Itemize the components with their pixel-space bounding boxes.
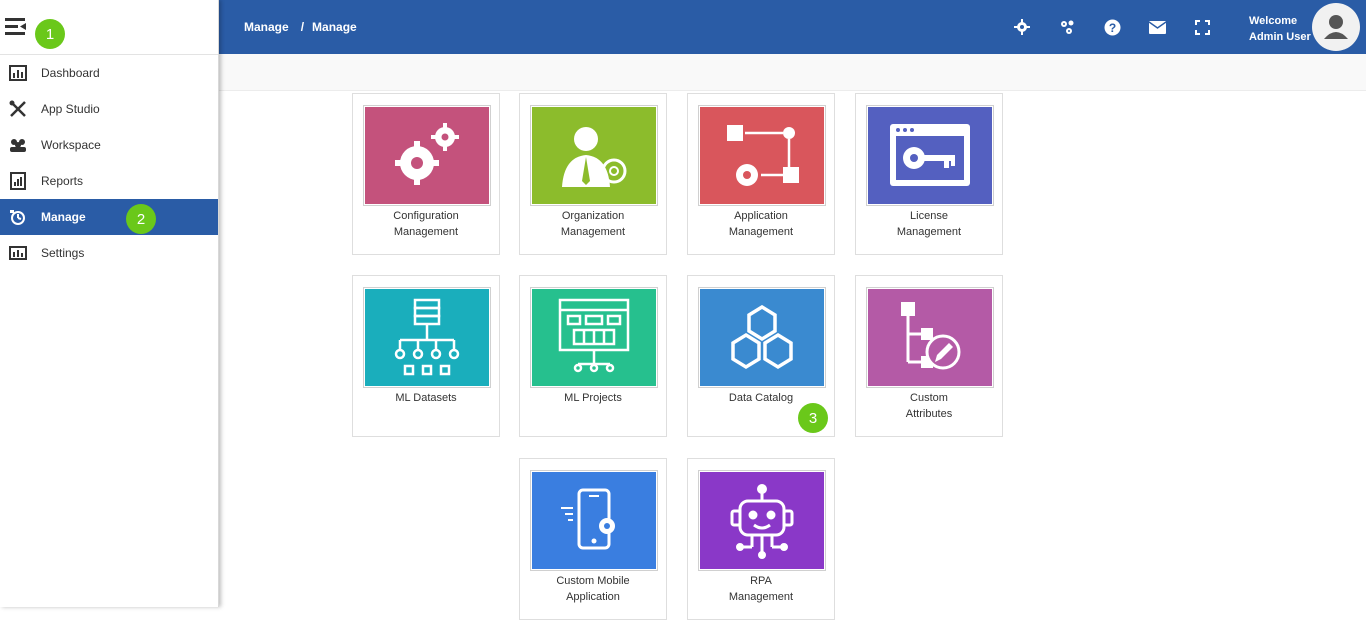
tile-label: Application Management: [728, 210, 794, 238]
breadcrumb-item-current: Manage: [312, 20, 357, 34]
tile-application-management[interactable]: Application Management: [687, 93, 835, 255]
network-gears-icon[interactable]: [1057, 17, 1077, 37]
menu-toggle-icon[interactable]: [5, 17, 27, 37]
tile-label: ML Projects: [564, 392, 622, 404]
settings-chart-icon: [8, 243, 28, 263]
tile-label: Configuration Management: [393, 210, 459, 238]
tile-label: Custom Attributes: [905, 392, 953, 420]
ml-datasets-hierarchy-icon: [364, 288, 490, 387]
sidebar-item-label: Settings: [41, 246, 85, 260]
tools-icon: [8, 99, 28, 119]
tile-custom-attributes[interactable]: Custom Attributes: [855, 275, 1003, 437]
dashboard-icon: [8, 63, 28, 83]
sidebar-item-label: App Studio: [41, 102, 100, 116]
configuration-gears-icon: [364, 106, 490, 205]
data-catalog-hexagons-icon: [699, 288, 825, 387]
fullscreen-icon[interactable]: [1192, 17, 1212, 37]
custom-mobile-phone-gear-icon: [531, 471, 657, 570]
sidebar-item-reports[interactable]: Reports: [0, 163, 218, 199]
sidebar-item-workspace[interactable]: Workspace: [0, 127, 218, 163]
step-badge-1: 1: [35, 19, 65, 49]
sidebar-item-manage[interactable]: Manage: [0, 199, 218, 235]
breadcrumb-item[interactable]: Manage: [244, 20, 289, 34]
help-icon[interactable]: ?: [1102, 17, 1122, 37]
sidebar: Dashboard App Studio Workspace Reports M…: [0, 0, 219, 607]
breadcrumb: Manage / Manage: [244, 20, 357, 34]
step-badge-3: 3: [798, 403, 828, 433]
toolbar-strip: [219, 54, 1366, 91]
tile-license-management[interactable]: License Management: [855, 93, 1003, 255]
rpa-robot-icon: [699, 471, 825, 570]
application-flow-icon: [699, 106, 825, 205]
welcome-line: Welcome: [1249, 15, 1298, 27]
tile-ml-projects[interactable]: ML Projects: [519, 275, 667, 437]
tile-ml-datasets[interactable]: ML Datasets: [352, 275, 500, 437]
mail-icon[interactable]: [1147, 17, 1167, 37]
sidebar-header: [0, 0, 218, 55]
sidebar-item-label: Manage: [41, 210, 86, 224]
reports-icon: [8, 171, 28, 191]
tile-configuration-management[interactable]: Configuration Management: [352, 93, 500, 255]
tile-label: Organization Management: [560, 210, 626, 238]
sidebar-item-label: Reports: [41, 174, 84, 188]
sidebar-item-app-studio[interactable]: App Studio: [0, 91, 218, 127]
tile-rpa-management[interactable]: RPA Management: [687, 458, 835, 620]
tile-label: RPA Management: [728, 575, 794, 603]
sidebar-item-dashboard[interactable]: Dashboard: [0, 55, 218, 91]
top-header: Manage / Manage ? Welcome Admin User: [219, 0, 1366, 54]
sidebar-item-label: Dashboard: [41, 66, 100, 80]
breadcrumb-separator: /: [300, 20, 305, 34]
gear-icon[interactable]: [1012, 17, 1032, 37]
tile-custom-mobile-application[interactable]: Custom Mobile Application: [519, 458, 667, 620]
sidebar-item-settings[interactable]: Settings: [0, 235, 218, 271]
user-name: Admin User: [1249, 31, 1311, 43]
welcome-text: Welcome Admin User: [1249, 13, 1311, 45]
tile-label: License Management: [896, 210, 962, 238]
license-key-icon: [867, 106, 993, 205]
workspace-icon: [8, 135, 28, 155]
ml-projects-board-icon: [531, 288, 657, 387]
tile-organization-management[interactable]: Organization Management: [519, 93, 667, 255]
sidebar-item-label: Workspace: [41, 138, 101, 152]
step-badge-2: 2: [126, 204, 156, 234]
svg-text:?: ?: [1108, 21, 1115, 35]
tile-label: Custom Mobile Application: [556, 575, 630, 603]
manage-icon: [8, 207, 28, 227]
custom-attributes-edit-icon: [867, 288, 993, 387]
tile-label: ML Datasets: [395, 392, 457, 404]
avatar[interactable]: [1312, 3, 1360, 51]
organization-person-gear-icon: [531, 106, 657, 205]
sidebar-nav: Dashboard App Studio Workspace Reports M…: [0, 55, 218, 271]
